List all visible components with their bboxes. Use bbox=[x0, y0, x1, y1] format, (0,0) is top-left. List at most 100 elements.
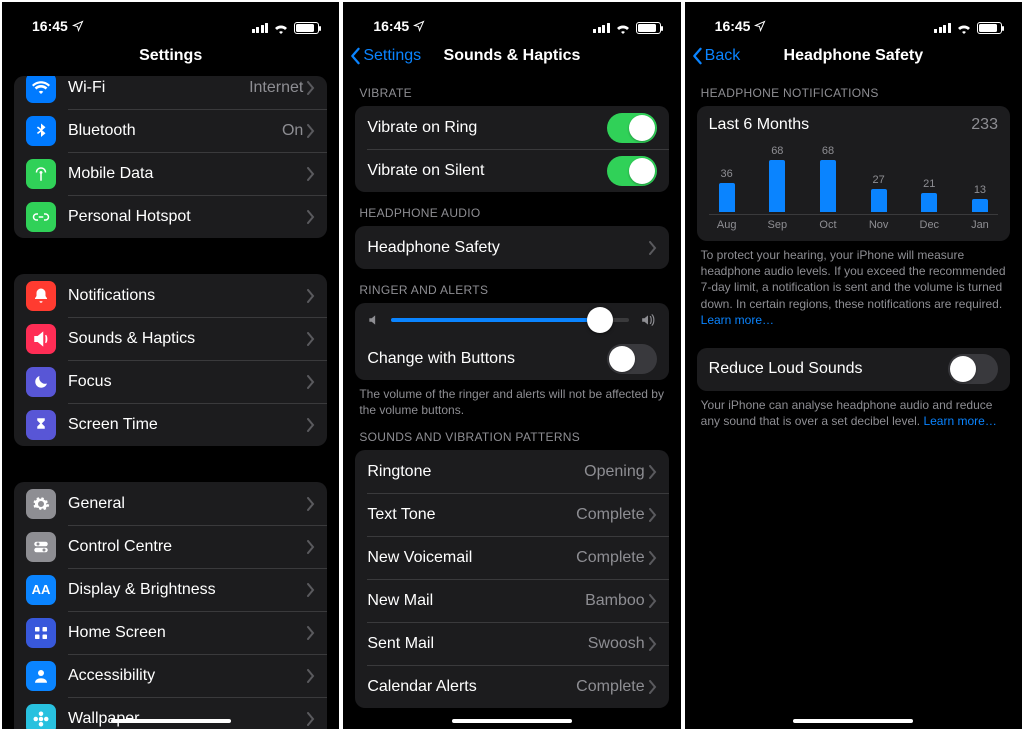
change-buttons-row[interactable]: Change with Buttons bbox=[355, 337, 668, 380]
settings-row-wi-fi[interactable]: Wi-FiInternet bbox=[14, 76, 327, 109]
location-icon bbox=[413, 20, 425, 32]
home-indicator[interactable] bbox=[452, 719, 572, 723]
learn-more-link[interactable]: Learn more… bbox=[701, 313, 774, 327]
volume-slider[interactable] bbox=[391, 318, 628, 322]
settings-row-display-brightness[interactable]: AADisplay & Brightness bbox=[14, 568, 327, 611]
chevron-right-icon bbox=[649, 594, 657, 608]
pattern-row-new-voicemail[interactable]: New VoicemailComplete bbox=[355, 536, 668, 579]
row-detail: Internet bbox=[249, 79, 303, 97]
home-indicator[interactable] bbox=[793, 719, 913, 723]
nav-title: Headphone Safety bbox=[784, 47, 924, 65]
pattern-row-ringtone[interactable]: RingtoneOpening bbox=[355, 450, 668, 493]
home-indicator[interactable] bbox=[111, 719, 231, 723]
settings-screen: 16:45 Settings Wi-FiInternetBluetoothOnM… bbox=[2, 2, 339, 729]
row-label: Change with Buttons bbox=[367, 350, 606, 368]
settings-row-control-centre[interactable]: Control Centre bbox=[14, 525, 327, 568]
battery-icon bbox=[636, 22, 661, 34]
row-label: Sounds & Haptics bbox=[68, 330, 307, 348]
patterns-group: RingtoneOpeningText ToneCompleteNew Voic… bbox=[355, 450, 668, 708]
wifi-icon bbox=[615, 22, 631, 34]
chevron-right-icon bbox=[307, 626, 315, 640]
settings-row-mobile-data[interactable]: Mobile Data bbox=[14, 152, 327, 195]
row-detail: Bamboo bbox=[585, 592, 645, 610]
status-time: 16:45 bbox=[32, 18, 68, 34]
cellular-icon bbox=[593, 23, 610, 33]
pattern-row-calendar-alerts[interactable]: Calendar AlertsComplete bbox=[355, 665, 668, 708]
chevron-right-icon bbox=[649, 551, 657, 565]
axis-label: Nov bbox=[865, 219, 893, 231]
row-label: Accessibility bbox=[68, 667, 307, 685]
headphone-group: Headphone Safety bbox=[355, 226, 668, 269]
row-label: Home Screen bbox=[68, 624, 307, 642]
nav-title: Sounds & Haptics bbox=[444, 47, 581, 65]
vibrate-silent-row[interactable]: Vibrate on Silent bbox=[355, 149, 668, 192]
battery-icon bbox=[294, 22, 319, 34]
chevron-right-icon bbox=[307, 289, 315, 303]
settings-row-bluetooth[interactable]: BluetoothOn bbox=[14, 109, 327, 152]
nav-header: Settings Sounds & Haptics bbox=[343, 36, 680, 76]
pattern-row-text-tone[interactable]: Text ToneComplete bbox=[355, 493, 668, 536]
back-button[interactable]: Back bbox=[691, 47, 741, 65]
vibrate-ring-toggle[interactable] bbox=[607, 113, 657, 143]
pattern-row-sent-mail[interactable]: Sent MailSwoosh bbox=[355, 622, 668, 665]
chart-bar: 68 bbox=[814, 145, 842, 212]
vibrate-ring-row[interactable]: Vibrate on Ring bbox=[355, 106, 668, 149]
chevron-right-icon bbox=[307, 332, 315, 346]
settings-row-screen-time[interactable]: Screen Time bbox=[14, 403, 327, 446]
row-label: New Mail bbox=[367, 592, 585, 610]
settings-row-accessibility[interactable]: Accessibility bbox=[14, 654, 327, 697]
vibrate-silent-toggle[interactable] bbox=[607, 156, 657, 186]
bar-rect bbox=[921, 193, 937, 212]
row-label: Mobile Data bbox=[68, 165, 307, 183]
row-label: Bluetooth bbox=[68, 122, 282, 140]
speaker-low-icon bbox=[367, 313, 381, 327]
chevron-right-icon bbox=[649, 241, 657, 255]
settings-row-personal-hotspot[interactable]: Personal Hotspot bbox=[14, 195, 327, 238]
wifi-icon bbox=[26, 76, 56, 103]
settings-row-focus[interactable]: Focus bbox=[14, 360, 327, 403]
section-header-notif: HEADPHONE NOTIFICATIONS bbox=[685, 76, 1022, 106]
ringer-volume-row[interactable] bbox=[355, 303, 668, 337]
learn-more-link[interactable]: Learn more… bbox=[923, 414, 996, 428]
axis-label: Aug bbox=[713, 219, 741, 231]
row-label: Wi-Fi bbox=[68, 79, 249, 97]
chevron-right-icon bbox=[307, 375, 315, 389]
chevron-right-icon bbox=[649, 508, 657, 522]
switches-icon bbox=[26, 532, 56, 562]
status-time: 16:45 bbox=[373, 18, 409, 34]
pattern-row-new-mail[interactable]: New MailBamboo bbox=[355, 579, 668, 622]
change-buttons-toggle[interactable] bbox=[607, 344, 657, 374]
speaker-high-icon bbox=[639, 313, 657, 327]
chart-total: 233 bbox=[971, 116, 998, 134]
reduce-loud-row[interactable]: Reduce Loud Sounds bbox=[697, 348, 1010, 391]
reduce-group: Reduce Loud Sounds bbox=[697, 348, 1010, 391]
reduce-loud-toggle[interactable] bbox=[948, 354, 998, 384]
row-label: Personal Hotspot bbox=[68, 208, 307, 226]
settings-row-home-screen[interactable]: Home Screen bbox=[14, 611, 327, 654]
chart-bar: 27 bbox=[865, 174, 893, 212]
chevron-right-icon bbox=[307, 81, 315, 95]
bar-rect bbox=[769, 160, 785, 212]
settings-row-general[interactable]: General bbox=[14, 482, 327, 525]
settings-row-wallpaper[interactable]: Wallpaper bbox=[14, 697, 327, 729]
chart-title: Last 6 Months bbox=[709, 116, 810, 134]
back-button[interactable]: Settings bbox=[349, 47, 421, 65]
settings-row-notifications[interactable]: Notifications bbox=[14, 274, 327, 317]
back-label: Settings bbox=[363, 47, 421, 65]
headphone-safety-row[interactable]: Headphone Safety bbox=[355, 226, 668, 269]
row-detail: Complete bbox=[576, 506, 644, 524]
row-label: Ringtone bbox=[367, 463, 584, 481]
settings-row-sounds-haptics[interactable]: Sounds & Haptics bbox=[14, 317, 327, 360]
notifications-chart: Last 6 Months 233 366868272113 AugSepOct… bbox=[697, 106, 1010, 241]
status-bar: 16:45 bbox=[343, 2, 680, 36]
headphone-safety-screen: 16:45 Back Headphone Safety HEADPHONE NO… bbox=[685, 2, 1022, 729]
axis-label: Oct bbox=[814, 219, 842, 231]
notifications-group: Notifications Sounds & Haptics FocusScreen… bbox=[14, 274, 327, 446]
bar-value: 68 bbox=[822, 145, 834, 157]
slider-thumb[interactable] bbox=[587, 307, 613, 333]
status-bar: 16:45 bbox=[685, 2, 1022, 36]
ringer-group: Change with Buttons bbox=[355, 303, 668, 380]
wifi-icon bbox=[956, 22, 972, 34]
row-label: Headphone Safety bbox=[367, 239, 648, 257]
bar-rect bbox=[871, 189, 887, 212]
